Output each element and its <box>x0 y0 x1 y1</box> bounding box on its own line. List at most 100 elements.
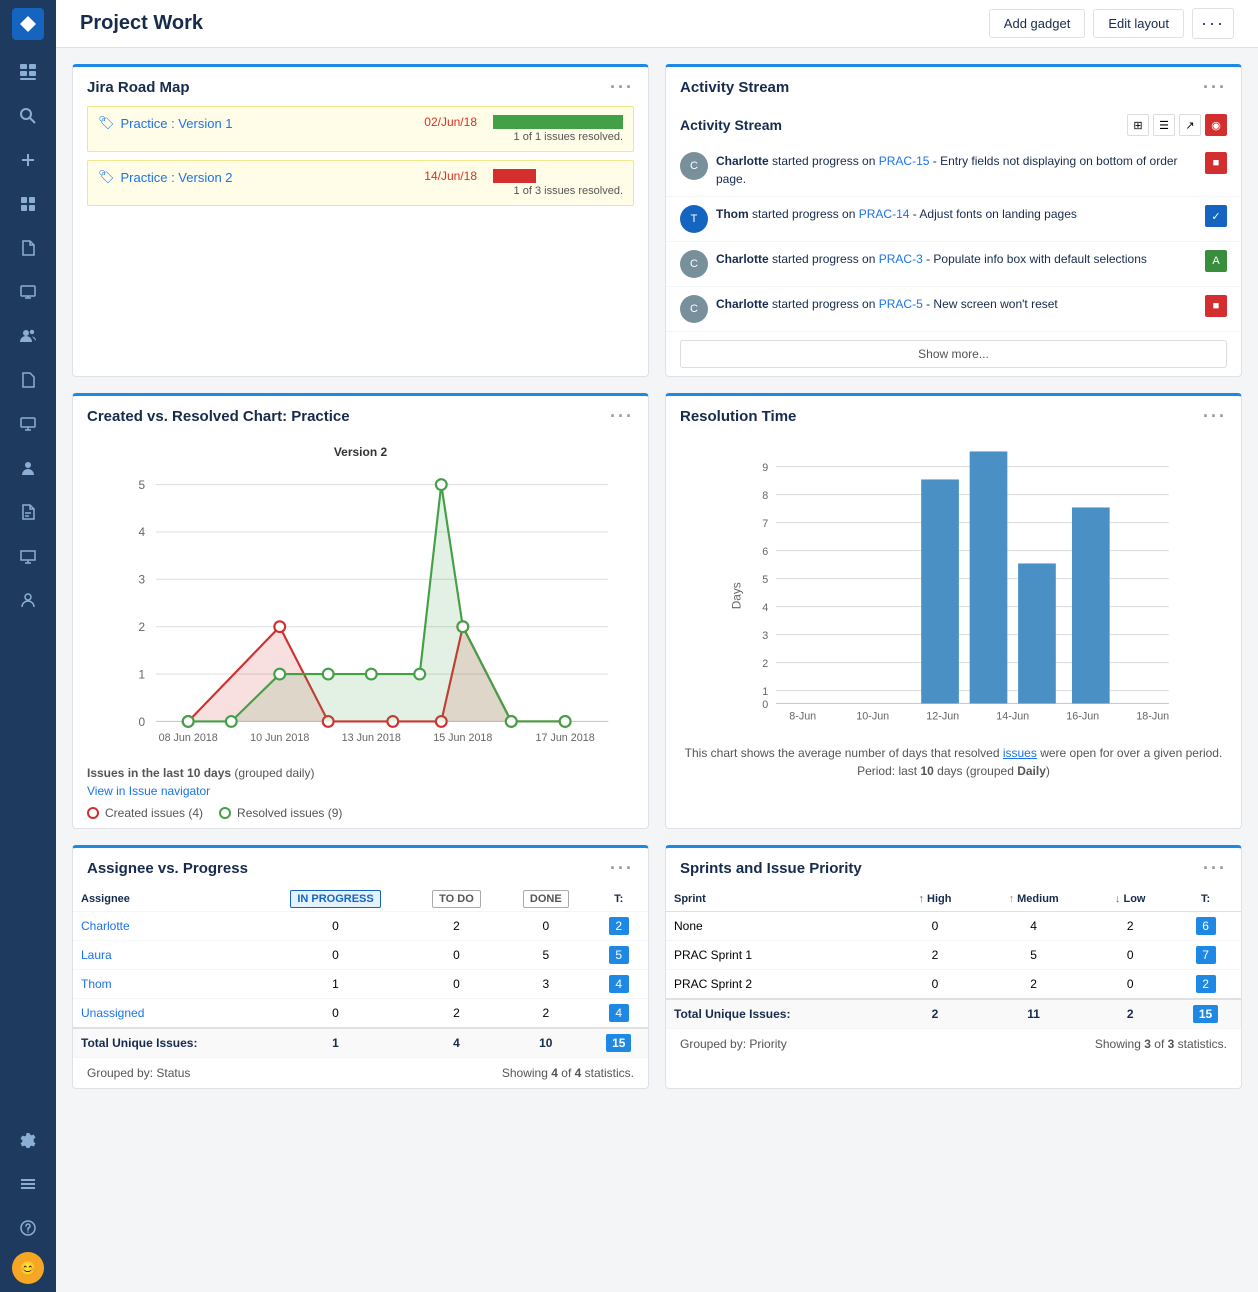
created-resolved-widget: Created vs. Resolved Chart: Practice ···… <box>72 393 649 829</box>
avp-in-progress: 0 <box>260 941 410 970</box>
sip-col-low: ↓ Low <box>1090 887 1170 912</box>
more-options-button[interactable]: ··· <box>1192 8 1234 39</box>
avp-total: 4 <box>589 999 648 1029</box>
sidebar-icon-monitor3[interactable] <box>8 536 48 576</box>
sidebar-icon-file2[interactable] <box>8 360 48 400</box>
activity-icon-export[interactable]: ↗ <box>1179 114 1201 136</box>
activity-issue-link[interactable]: PRAC-15 <box>879 154 930 168</box>
sip-low: 2 <box>1090 912 1170 941</box>
roadmap-resolved: 1 of 1 issues resolved. <box>493 131 623 143</box>
avp-col-todo: TO DO <box>411 887 502 912</box>
roadmap-progress-bar <box>493 169 536 183</box>
avp-total-done: 10 <box>502 1028 589 1057</box>
svg-text:Days: Days <box>729 582 743 609</box>
sip-menu-button[interactable]: ··· <box>1203 858 1227 879</box>
resolution-time-widget: Resolution Time ··· Days <box>665 393 1242 829</box>
add-gadget-button[interactable]: Add gadget <box>989 9 1086 38</box>
version-icon: 🏷 <box>98 169 115 185</box>
activity-inner-header: Activity Stream ⊞ ☰ ↗ ◉ <box>666 106 1241 144</box>
sidebar-icon-file3[interactable] <box>8 492 48 532</box>
cvr-resolved-label: Resolved issues (9) <box>237 806 342 820</box>
cvr-legend-resolved: Resolved issues (9) <box>219 806 342 820</box>
activity-issue-link[interactable]: PRAC-14 <box>859 207 910 221</box>
activity-avatar: C <box>680 250 708 278</box>
sidebar-icon-file[interactable] <box>8 228 48 268</box>
roadmap-item-info: 🏷 Practice : Version 2 <box>98 169 416 185</box>
avp-footer-grouped: Grouped by: Status <box>87 1066 190 1080</box>
cvr-footer: Issues in the last 10 days (grouped dail… <box>73 758 648 828</box>
sidebar-icon-search[interactable] <box>8 96 48 136</box>
avp-assignee-name[interactable]: Laura <box>73 941 260 970</box>
activity-title: Activity Stream <box>680 79 789 96</box>
todo-badge: TO DO <box>432 890 481 908</box>
user-avatar[interactable]: 😊 <box>12 1252 44 1284</box>
svg-text:2: 2 <box>762 658 768 670</box>
sidebar-icon-people[interactable] <box>8 316 48 356</box>
roadmap-item-name[interactable]: 🏷 Practice : Version 1 <box>98 115 416 131</box>
sidebar-icon-help[interactable] <box>8 1208 48 1248</box>
avp-total: 4 <box>589 970 648 999</box>
sip-medium: 2 <box>977 970 1090 1000</box>
cvr-menu-button[interactable]: ··· <box>610 406 634 427</box>
activity-icon-rss[interactable]: ◉ <box>1205 114 1227 136</box>
sidebar-icon-create[interactable] <box>8 140 48 180</box>
activity-badge: ✓ <box>1205 205 1227 227</box>
roadmap-menu-button[interactable]: ··· <box>610 77 634 98</box>
sidebar-icon-board[interactable] <box>8 52 48 92</box>
show-more-button[interactable]: Show more... <box>680 340 1227 368</box>
avp-done: 3 <box>502 970 589 999</box>
rt-menu-button[interactable]: ··· <box>1203 406 1227 427</box>
roadmap-item-name[interactable]: 🏷 Practice : Version 2 <box>98 169 416 185</box>
svg-text:16-Jun: 16-Jun <box>1066 711 1099 723</box>
sidebar-icon-people2[interactable] <box>8 448 48 488</box>
app-logo[interactable] <box>12 8 44 40</box>
sip-medium: 5 <box>977 941 1090 970</box>
avp-total-row: Total Unique Issues: 1 4 10 15 <box>73 1028 648 1057</box>
svg-text:1: 1 <box>762 686 768 698</box>
done-badge: DONE <box>523 890 569 908</box>
activity-menu-button[interactable]: ··· <box>1203 77 1227 98</box>
page-title: Project Work <box>80 12 203 35</box>
sidebar-icon-menu[interactable] <box>8 1164 48 1204</box>
roadmap-item: 🏷 Practice : Version 1 02/Jun/18 1 of 1 … <box>87 106 634 152</box>
activity-icon-list[interactable]: ☰ <box>1153 114 1175 136</box>
table-row: Laura 0 0 5 5 <box>73 941 648 970</box>
svg-text:0: 0 <box>762 699 768 711</box>
roadmap-widget: Jira Road Map ··· 🏷 Practice : Version 1… <box>72 64 649 377</box>
sip-table: Sprint ↑ High ↑ Medium ↓ L <box>666 887 1241 1028</box>
svg-text:08 Jun 2018: 08 Jun 2018 <box>159 732 218 743</box>
avp-assignee-name[interactable]: Unassigned <box>73 999 260 1029</box>
avp-col-total: T: <box>589 887 648 912</box>
rt-period-days: 10 <box>920 764 933 778</box>
cvr-issue-navigator-link[interactable]: View in Issue navigator <box>87 784 210 798</box>
activity-inner-title: Activity Stream <box>680 117 782 133</box>
sidebar-icon-people3[interactable] <box>8 580 48 620</box>
avp-menu-button[interactable]: ··· <box>610 858 634 879</box>
activity-header: Activity Stream ··· <box>666 67 1241 106</box>
activity-icon-grid[interactable]: ⊞ <box>1127 114 1149 136</box>
rt-title: Resolution Time <box>680 408 796 425</box>
activity-issue-link[interactable]: PRAC-3 <box>879 252 923 266</box>
avp-total: 2 <box>589 912 648 941</box>
edit-layout-button[interactable]: Edit layout <box>1093 9 1184 38</box>
svg-text:3: 3 <box>139 573 146 587</box>
roadmap-title: Jira Road Map <box>87 79 190 96</box>
activity-issue-link[interactable]: PRAC-5 <box>879 297 923 311</box>
avp-in-progress: 0 <box>260 999 410 1029</box>
sidebar-icon-monitor2[interactable] <box>8 404 48 444</box>
sidebar-icon-dashboard[interactable] <box>8 184 48 224</box>
table-row: Thom 1 0 3 4 <box>73 970 648 999</box>
activity-user: Charlotte <box>716 297 769 311</box>
sidebar-icon-monitor[interactable] <box>8 272 48 312</box>
avp-assignee-name[interactable]: Thom <box>73 970 260 999</box>
avp-total-label: Total Unique Issues: <box>73 1028 260 1057</box>
activity-avatar: C <box>680 295 708 323</box>
avp-todo: 2 <box>411 999 502 1029</box>
table-row: Unassigned 0 2 2 4 <box>73 999 648 1029</box>
sidebar-icon-settings[interactable] <box>8 1120 48 1160</box>
activity-user: Charlotte <box>716 154 769 168</box>
rt-issues-link[interactable]: issues <box>1003 746 1037 760</box>
avp-assignee-name[interactable]: Charlotte <box>73 912 260 941</box>
activity-item: C Charlotte started progress on PRAC-15 … <box>666 144 1241 197</box>
svg-text:10-Jun: 10-Jun <box>856 711 889 723</box>
